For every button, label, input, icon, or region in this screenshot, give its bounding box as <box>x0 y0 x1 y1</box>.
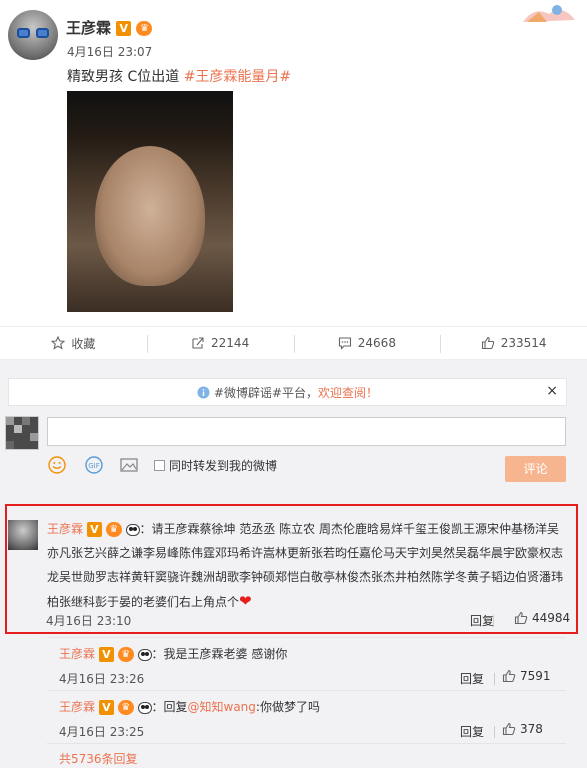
comment-text: ：请王彦霖蔡徐坤 范丞丞 陈立农 周杰伦鹿晗易烊千玺王俊凯王源宋仲基杨洋吴亦凡张… <box>47 522 564 609</box>
repost-checkbox[interactable] <box>154 459 165 471</box>
rumor-notice: #微博辟谣#平台， 欢迎查阅！ × <box>8 378 567 406</box>
panda-emoji-icon <box>125 523 140 536</box>
crown-badge-icon: ♛ <box>105 522 122 537</box>
submit-comment-button[interactable]: 评论 <box>505 456 566 482</box>
repost-button[interactable]: 22144 <box>146 327 294 359</box>
comment-author[interactable]: 王彦霖 <box>47 522 83 536</box>
comment-icon <box>338 337 351 350</box>
comment-avatar[interactable] <box>8 520 38 550</box>
heart-emoji: ❤ <box>239 592 252 610</box>
subcomment-author[interactable]: 王彦霖 <box>59 700 95 714</box>
close-icon[interactable]: × <box>546 383 558 399</box>
subcomment-time: 4月16日 23:25 <box>59 725 145 739</box>
author-avatar[interactable] <box>8 10 58 60</box>
comment-time: 4月16日 23:10 <box>46 614 132 628</box>
vip-badge-icon: V <box>98 647 114 662</box>
subcomment-body: 王彦霖 V ♛ ：回复@知知wang:你做梦了吗 <box>59 698 320 715</box>
crown-badge-icon: ♛ <box>136 21 153 36</box>
post-photo[interactable] <box>67 91 233 312</box>
subcomment-text: ：回复 <box>151 700 188 714</box>
author-name[interactable]: 王彦霖 <box>66 19 111 37</box>
subcomment-body: 王彦霖 V ♛ ：我是王彦霖老婆 感谢你 <box>59 645 287 662</box>
emoji-icon[interactable] <box>48 456 66 474</box>
subcomment-like-count: 7591 <box>520 669 551 683</box>
divider <box>47 743 566 744</box>
comment-button[interactable]: 24668 <box>293 327 441 365</box>
vip-badge-icon: V <box>116 21 132 36</box>
subcomment-reply-button[interactable]: 回复 <box>460 723 484 740</box>
subcomment-text: ：我是王彦霖老婆 感谢你 <box>151 647 288 661</box>
gif-icon[interactable]: GIF <box>84 456 104 474</box>
favorite-label: 收藏 <box>71 336 96 351</box>
comment-reply-button[interactable]: 回复 <box>470 612 494 629</box>
comment-input[interactable] <box>47 417 566 446</box>
panda-emoji-icon <box>137 701 152 714</box>
subcomment: 王彦霖 V ♛ ：我是王彦霖老婆 感谢你 4月16日 23:26 回复 7591 <box>47 637 566 689</box>
crown-badge-icon: ♛ <box>117 700 134 715</box>
notice-link[interactable]: 欢迎查阅！ <box>318 384 378 401</box>
post-body: 精致男孩 C位出道 <box>67 69 184 85</box>
svg-text:GIF: GIF <box>88 462 100 470</box>
like-count: 233514 <box>500 336 547 350</box>
image-icon[interactable] <box>120 457 138 473</box>
sunglasses-graphic <box>17 28 49 38</box>
more-replies-link[interactable]: 共5736条回复 <box>59 750 138 767</box>
comment-body: 王彦霖 V ♛ ：请王彦霖蔡徐坤 范丞丞 陈立农 周杰伦鹿晗易烊千玺王俊凯王源宋… <box>47 517 570 614</box>
repost-count: 22144 <box>211 336 250 350</box>
share-icon <box>192 337 204 349</box>
vip-badge-icon: V <box>86 522 102 537</box>
post-text: 精致男孩 C位出道 #王彦霖能量月# <box>67 66 291 86</box>
mention-link[interactable]: @知知wang <box>188 700 256 714</box>
panda-emoji-icon <box>137 648 152 661</box>
subcomment-reply-button[interactable]: 回复 <box>460 670 484 687</box>
subcomment-like-button[interactable]: 378 <box>502 722 543 736</box>
like-icon <box>481 336 494 350</box>
comment-like-button[interactable]: 44984 <box>514 611 570 625</box>
subcomment-like-count: 378 <box>520 722 543 736</box>
comment-count: 24668 <box>357 336 396 350</box>
like-icon <box>502 722 516 736</box>
vip-badge-icon: V <box>98 700 114 715</box>
divider <box>494 673 495 685</box>
face-graphic <box>95 146 205 286</box>
composer-tools: GIF 同时转发到我的微博 <box>48 456 277 474</box>
favorite-button[interactable]: 收藏 <box>0 327 147 359</box>
subcomment: 王彦霖 V ♛ ：回复@知知wang:你做梦了吗 4月16日 23:25 回复 … <box>47 690 566 742</box>
notice-text: #微博辟谣#平台， <box>213 385 319 400</box>
decoration-icon <box>523 5 575 22</box>
my-avatar[interactable] <box>5 416 39 450</box>
action-bar: 收藏 22144 24668 233514 <box>0 326 587 365</box>
like-icon <box>502 669 516 683</box>
topic-link[interactable]: #王彦霖能量月# <box>184 69 291 85</box>
info-icon <box>197 386 210 398</box>
subcomment-author[interactable]: 王彦霖 <box>59 647 95 661</box>
post-time[interactable]: 4月16日 23:07 <box>67 43 152 60</box>
subcomment-time: 4月16日 23:26 <box>59 672 145 686</box>
like-icon <box>514 611 528 625</box>
subcomment-text-tail: :你做梦了吗 <box>255 700 320 714</box>
star-icon <box>51 336 66 350</box>
author-name-row: 王彦霖 V ♛ <box>66 17 153 38</box>
comment-like-count: 44984 <box>532 611 571 625</box>
repost-label: 同时转发到我的微博 <box>169 458 278 473</box>
repost-checkbox-row[interactable]: 同时转发到我的微博 <box>154 457 277 474</box>
like-button[interactable]: 233514 <box>440 327 587 359</box>
crown-badge-icon: ♛ <box>117 647 134 662</box>
divider <box>494 726 495 738</box>
subcomment-like-button[interactable]: 7591 <box>502 669 551 683</box>
divider <box>493 615 494 627</box>
